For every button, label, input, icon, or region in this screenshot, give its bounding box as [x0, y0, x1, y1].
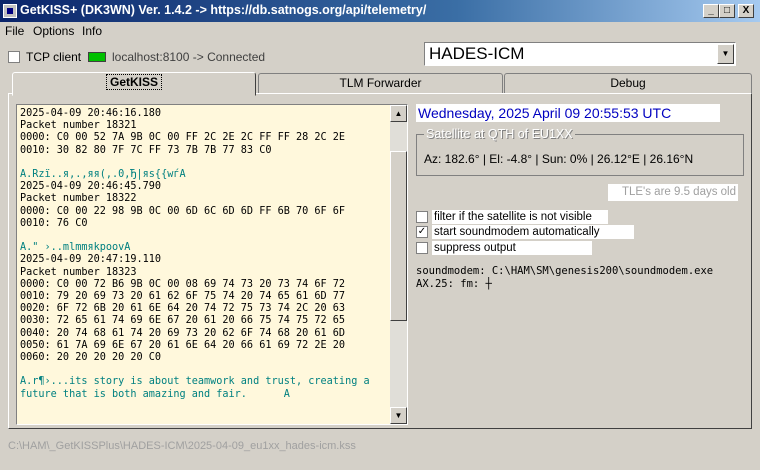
filter-visible-label: filter if the satellite is not visible [432, 210, 608, 224]
log-line: 0060: 20 20 20 20 20 C0 [20, 352, 162, 364]
suppress-output-checkbox[interactable] [416, 242, 428, 254]
log-line: 2025-04-09 20:47:19.110 [20, 254, 162, 266]
start-soundmodem-checkbox[interactable]: ✓ [416, 226, 428, 238]
tab-debug[interactable]: Debug [504, 73, 752, 93]
ax25-status: AX.25: fm: ┼ [416, 278, 492, 290]
menu-bar: File Options Info [0, 22, 760, 40]
connection-status-led [88, 52, 106, 62]
menu-file[interactable]: File [5, 24, 24, 38]
log-line: 2025-04-09 20:46:45.790 [20, 181, 162, 193]
log-line: 0030: 72 65 61 74 69 6E 67 20 61 20 66 7… [20, 315, 346, 327]
log-line: 0000: C0 00 22 98 9B 0C 00 6D 6C 6D 6D F… [20, 205, 346, 217]
log-line: A." ›..mlmmяkpoovA [20, 242, 131, 254]
maximize-button[interactable]: □ [719, 4, 735, 18]
filter-visible-checkbox[interactable] [416, 211, 428, 223]
log-line: 0000: C0 00 52 7A 9B 0C 00 FF 2C 2E 2C F… [20, 132, 346, 144]
log-line: 0020: 6F 72 6B 20 61 6E 64 20 74 72 75 7… [20, 303, 346, 315]
scroll-up-icon[interactable]: ▲ [390, 105, 407, 122]
packet-log[interactable]: 2025-04-09 20:46:16.180 Packet number 183… [16, 104, 408, 425]
log-line: future that is both amazing and fair. A [20, 388, 290, 400]
tcp-client-checkbox[interactable] [8, 51, 20, 63]
tab-getkiss-label: GetKISS [105, 74, 162, 90]
current-datetime: Wednesday, 2025 April 09 20:55:53 UTC [416, 104, 720, 122]
packet-log-lines: 2025-04-09 20:46:16.180 Packet number 183… [20, 108, 370, 401]
minimize-button[interactable]: _ [703, 4, 719, 18]
chevron-down-icon[interactable]: ▼ [717, 44, 734, 64]
log-line: Packet number 18323 [20, 266, 137, 278]
tcp-client-label: TCP client [26, 50, 82, 64]
log-line: 0040: 20 74 68 61 74 20 69 73 20 62 6F 7… [20, 327, 346, 339]
tab-tlm-forwarder[interactable]: TLM Forwarder [258, 73, 503, 93]
satellite-selected-value: HADES-ICM [429, 44, 525, 63]
connection-status-text: localhost:8100 -> Connected [112, 50, 266, 64]
app-icon [3, 4, 17, 18]
log-line: A.r¶›...its story is about teamwork and … [20, 376, 370, 388]
log-line: Packet number 18322 [20, 193, 137, 205]
satellite-select[interactable]: HADES-ICM ▼ [424, 42, 736, 66]
menu-options[interactable]: Options [33, 24, 74, 38]
start-soundmodem-label: start soundmodem automatically [432, 225, 634, 239]
qth-group-title: Satellite at QTH of EU1XX [424, 127, 575, 141]
soundmodem-path: soundmodem: C:\HAM\SM\genesis200\soundmo… [416, 265, 714, 277]
log-file-path: C:\HAM\_GetKISSPlus\HADES-ICM\2025-04-09… [8, 440, 356, 452]
log-line: 0010: 79 20 69 73 20 61 62 6F 75 74 20 7… [20, 291, 346, 303]
scrollbar-thumb[interactable] [390, 151, 407, 321]
tle-age-text: TLE's are 9.5 days old [608, 184, 738, 201]
log-line: A.Rzї..я,.,яя(,.0,Ђ|яs{{wѓA [20, 169, 186, 181]
menu-info[interactable]: Info [82, 24, 102, 38]
log-scrollbar[interactable]: ▲ ▼ [390, 105, 407, 424]
scroll-down-icon[interactable]: ▼ [390, 407, 407, 424]
log-line: 2025-04-09 20:46:16.180 [20, 108, 162, 119]
tab-getkiss[interactable]: GetKISS [12, 72, 256, 96]
suppress-output-label: suppress output [432, 241, 592, 255]
log-line: 0010: 76 C0 [20, 217, 88, 229]
close-button[interactable]: X [738, 4, 754, 18]
log-line: 0000: C0 00 72 B6 9B 0C 00 08 69 74 73 2… [20, 278, 346, 290]
log-line: 0010: 30 82 80 7F 7C FF 73 7B 7B 77 83 C… [20, 144, 272, 156]
window-title: GetKISS+ (DK3WN) Ver. 1.4.2 -> https://d… [20, 3, 427, 17]
log-line: Packet number 18321 [20, 120, 137, 132]
log-line: 0050: 61 7A 69 6E 67 20 61 6E 64 20 66 6… [20, 339, 346, 351]
status-bar: C:\HAM\_GetKISSPlus\HADES-ICM\2025-04-09… [0, 438, 760, 456]
satellite-position-info: Az: 182.6° | El: -4.8° | Sun: 0% | 26.12… [424, 152, 694, 166]
